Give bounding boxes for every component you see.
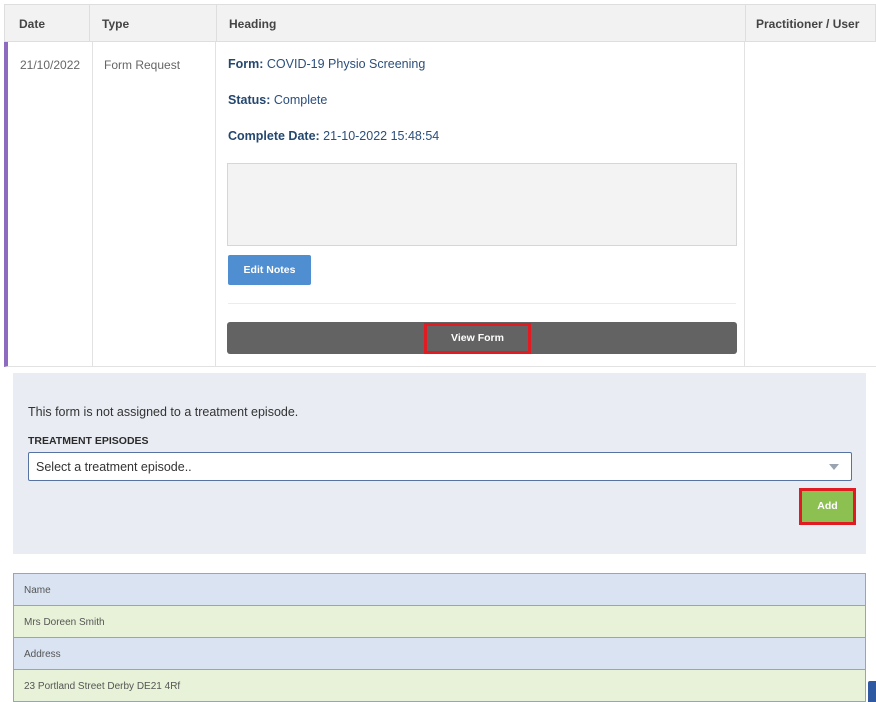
column-divider xyxy=(744,42,745,366)
column-header-practitioner: Practitioner / User xyxy=(756,17,860,31)
table-header: Date Type Heading Practitioner / User xyxy=(4,4,876,43)
form-label: Form: xyxy=(228,57,264,71)
unassigned-notice: This form is not assigned to a treatment… xyxy=(28,405,299,419)
treatment-episodes-label: TREATMENT EPISODES xyxy=(28,435,149,447)
side-tab[interactable] xyxy=(868,681,876,702)
chevron-down-icon[interactable] xyxy=(829,464,839,470)
column-divider xyxy=(745,5,746,43)
select-placeholder: Select a treatment episode.. xyxy=(36,460,192,474)
add-button[interactable]: Add xyxy=(802,491,853,522)
address-value-row: 23 Portland Street Derby DE21 4Rf xyxy=(13,669,866,702)
name-value-row: Mrs Doreen Smith xyxy=(13,605,866,638)
divider xyxy=(228,303,736,304)
column-header-date: Date xyxy=(19,17,46,31)
address-label-row: Address xyxy=(13,637,866,670)
status-line: Status: Complete xyxy=(228,93,327,107)
name-label-row: Name xyxy=(13,573,866,606)
view-form-button[interactable]: View Form xyxy=(424,323,531,354)
form-value: COVID-19 Physio Screening xyxy=(266,57,426,71)
row-date: 21/10/2022 xyxy=(20,58,81,72)
complete-date-value: 21-10-2022 15:48:54 xyxy=(323,129,440,143)
column-divider xyxy=(92,42,93,366)
column-header-type: Type xyxy=(102,17,130,31)
treatment-episode-select[interactable]: Select a treatment episode.. xyxy=(28,452,852,481)
row-type: Form Request xyxy=(104,58,181,72)
column-divider xyxy=(216,5,217,43)
form-name-line: Form: COVID-19 Physio Screening xyxy=(228,57,425,71)
column-header-heading: Heading xyxy=(229,17,277,31)
status-value: Complete xyxy=(273,93,328,107)
complete-date-label: Complete Date: xyxy=(228,129,320,143)
status-label: Status: xyxy=(228,93,271,107)
column-divider xyxy=(89,5,90,43)
edit-notes-button[interactable]: Edit Notes xyxy=(228,255,311,285)
column-divider xyxy=(215,42,216,366)
notes-textarea[interactable] xyxy=(227,163,737,246)
complete-date-line: Complete Date: 21-10-2022 15:48:54 xyxy=(228,129,439,143)
